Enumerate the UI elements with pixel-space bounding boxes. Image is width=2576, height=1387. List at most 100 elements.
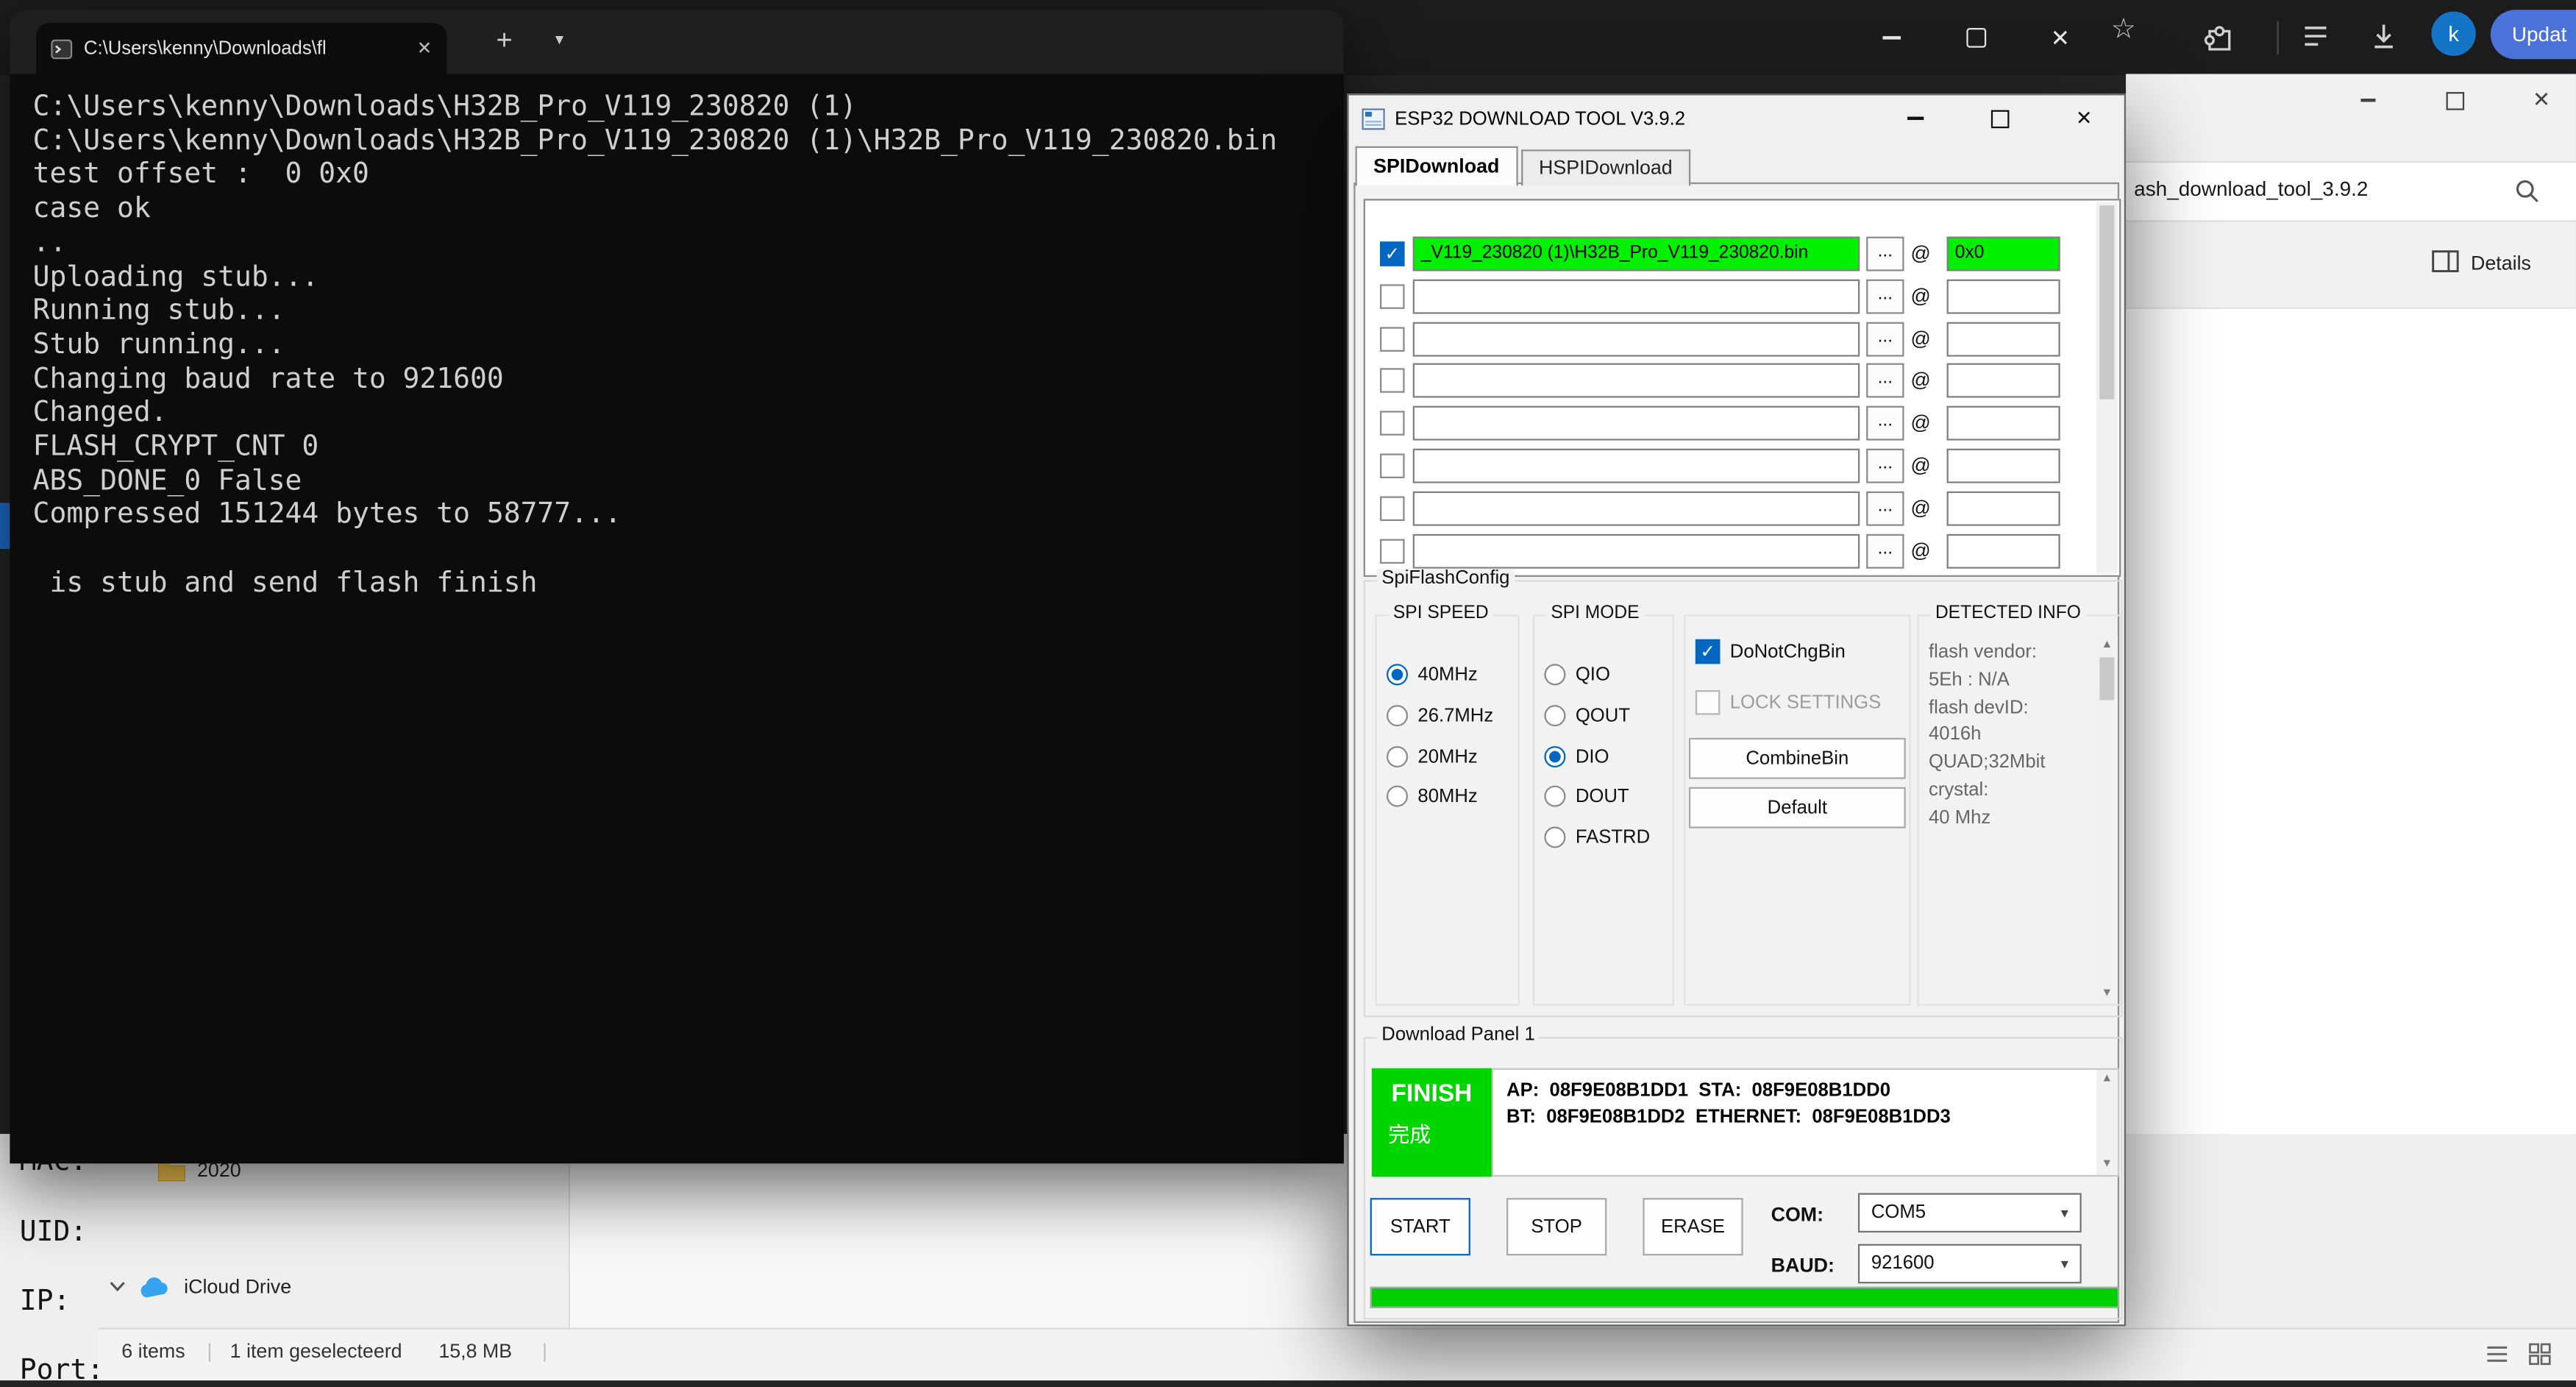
browse-button[interactable]: ... [1866, 322, 1904, 357]
combinebin-button[interactable]: CombineBin [1689, 738, 1906, 779]
radio-label: 26.7MHz [1417, 706, 1493, 726]
browse-button[interactable]: ... [1866, 363, 1904, 398]
explorer-maximize-button[interactable] [2431, 82, 2477, 118]
file-row-checkbox[interactable] [1380, 368, 1405, 393]
file-row-checkbox[interactable] [1380, 453, 1405, 478]
radio-20mhz[interactable]: 20MHz [1387, 746, 1478, 767]
tab-dropdown-icon[interactable]: ▾ [555, 31, 563, 49]
esp32-maximize-button[interactable] [1975, 96, 2026, 142]
browse-button[interactable]: ... [1866, 492, 1904, 526]
browse-button[interactable]: ... [1866, 280, 1904, 314]
file-row-checkbox[interactable] [1380, 411, 1405, 436]
donotchgbin-checkbox[interactable]: DoNotChgBin [1696, 639, 1846, 664]
esp32-close-button[interactable]: ✕ [2058, 96, 2109, 142]
com-select[interactable]: COM5 ▾ [1858, 1193, 2082, 1232]
extensions-icon[interactable] [2202, 18, 2238, 54]
browse-button[interactable]: ... [1866, 406, 1904, 441]
file-row-checkbox[interactable] [1380, 327, 1405, 352]
file-path-field[interactable] [1413, 322, 1860, 357]
offset-field[interactable] [1947, 406, 2060, 441]
scroll-down-icon[interactable]: ▼ [2096, 986, 2118, 1002]
search-icon[interactable] [2513, 177, 2541, 205]
checkbox-checked-icon [1696, 639, 1721, 664]
minimize-icon [1882, 36, 1900, 39]
tab-hspidownload[interactable]: HSPIDownload [1520, 149, 1690, 185]
collections-icon[interactable] [2300, 20, 2333, 53]
detected-info-scrollbar[interactable]: ▲ ▼ [2096, 636, 2118, 1004]
browser-minimize-button[interactable] [1863, 12, 1919, 64]
details-label[interactable]: Details [2471, 252, 2531, 274]
tree-item-icloud[interactable]: iCloud Drive [108, 1275, 291, 1298]
favorites-icon[interactable]: ☆ [2111, 15, 2136, 43]
baud-select[interactable]: 921600 ▾ [1858, 1244, 2082, 1284]
file-path-field[interactable] [1413, 492, 1860, 526]
at-label: @ [1910, 284, 1930, 307]
esp32-minimize-button[interactable] [1889, 96, 1940, 142]
chevron-down-icon: ▾ [2061, 1204, 2068, 1222]
scroll-down-icon[interactable]: ▼ [2096, 1157, 2118, 1173]
details-pane-icon[interactable] [2431, 248, 2461, 274]
file-row-checkbox[interactable] [1380, 284, 1405, 309]
file-path-field[interactable] [1413, 534, 1860, 569]
scroll-up-icon[interactable]: ▲ [2096, 638, 2118, 654]
status-selected: 1 item geselecteerd [230, 1339, 402, 1362]
offset-field[interactable] [1947, 449, 2060, 483]
start-button[interactable]: START [1370, 1198, 1470, 1255]
radio-dio[interactable]: DIO [1544, 746, 1609, 767]
radio-fastrd[interactable]: FASTRD [1544, 826, 1650, 848]
terminal-window: C:\Users\kenny\Downloads\fl ✕ + ▾ C:\Use… [10, 10, 1344, 1163]
offset-field[interactable]: 0x0 [1947, 237, 2060, 272]
scrollbar-thumb[interactable] [2099, 205, 2114, 400]
view-list-icon[interactable] [2484, 1341, 2511, 1367]
explorer-search-bar[interactable]: ash_download_tool_3.9.2 [2126, 161, 2576, 222]
scroll-up-icon[interactable]: ▲ [2096, 1071, 2118, 1088]
radio-qio[interactable]: QIO [1544, 664, 1610, 685]
browser-close-button[interactable]: ✕ [2032, 12, 2088, 64]
offset-field[interactable] [1947, 534, 2060, 569]
radio-26-7mhz[interactable]: 26.7MHz [1387, 705, 1493, 726]
screen: ✕ ☆ k Updat ✕ ash_download_tool_3.9.2 [0, 0, 2576, 1380]
file-path-field[interactable] [1413, 449, 1860, 483]
radio-dout[interactable]: DOUT [1544, 786, 1629, 807]
chevron-down-icon: ▾ [2061, 1255, 2068, 1273]
radio-qout[interactable]: QOUT [1544, 705, 1630, 726]
avatar[interactable]: k [2431, 12, 2475, 56]
file-row-checkbox[interactable] [1380, 241, 1405, 266]
browser-maximize-button[interactable] [1949, 12, 2004, 64]
file-path-field[interactable] [1413, 363, 1860, 398]
explorer-minimize-button[interactable] [2344, 82, 2391, 118]
offset-field[interactable] [1947, 322, 2060, 357]
offset-field[interactable] [1947, 280, 2060, 314]
stop-button[interactable]: STOP [1506, 1198, 1607, 1255]
scrollbar-thumb[interactable] [2099, 657, 2114, 700]
file-path-field[interactable] [1413, 280, 1860, 314]
tab-spidownload[interactable]: SPIDownload [1356, 146, 1518, 186]
lock-settings-checkbox[interactable]: LOCK SETTINGS [1696, 690, 1881, 715]
browser-update-button[interactable]: Updat [2491, 10, 2576, 59]
download-panel-group: Download Panel 1 FINISH 完成 AP: 08F9E08B1… [1364, 1037, 2123, 1319]
mac-info-scrollbar[interactable]: ▲ ▼ [2096, 1070, 2118, 1175]
browse-button[interactable]: ... [1866, 449, 1904, 483]
default-button[interactable]: Default [1689, 787, 1906, 829]
offset-field[interactable] [1947, 492, 2060, 526]
file-list-scrollbar[interactable] [2096, 202, 2118, 574]
browse-button[interactable]: ... [1866, 237, 1904, 272]
terminal-tab[interactable]: C:\Users\kenny\Downloads\fl ✕ [36, 23, 446, 74]
radio-40mhz[interactable]: 40MHz [1387, 664, 1478, 685]
explorer-close-button[interactable]: ✕ [2519, 82, 2565, 118]
new-tab-button[interactable]: + [496, 25, 512, 58]
downloads-icon[interactable] [2367, 20, 2400, 53]
file-row-checkbox[interactable] [1380, 496, 1405, 521]
file-path-field[interactable]: _V119_230820 (1)\H32B_Pro_V119_230820.bi… [1413, 237, 1860, 272]
chevron-down-icon[interactable] [108, 1280, 127, 1294]
detected-info-group: DETECTED INFO flash vendor: 5Eh : N/A fl… [1917, 614, 2121, 1006]
radio-80mhz[interactable]: 80MHz [1387, 786, 1478, 807]
browse-button[interactable]: ... [1866, 534, 1904, 569]
baud-value: 921600 [1871, 1254, 1935, 1274]
file-path-field[interactable] [1413, 406, 1860, 441]
erase-button[interactable]: ERASE [1643, 1198, 1743, 1255]
file-row-checkbox[interactable] [1380, 539, 1405, 564]
tab-close-icon[interactable]: ✕ [417, 38, 433, 59]
view-grid-icon[interactable] [2527, 1341, 2553, 1367]
offset-field[interactable] [1947, 363, 2060, 398]
